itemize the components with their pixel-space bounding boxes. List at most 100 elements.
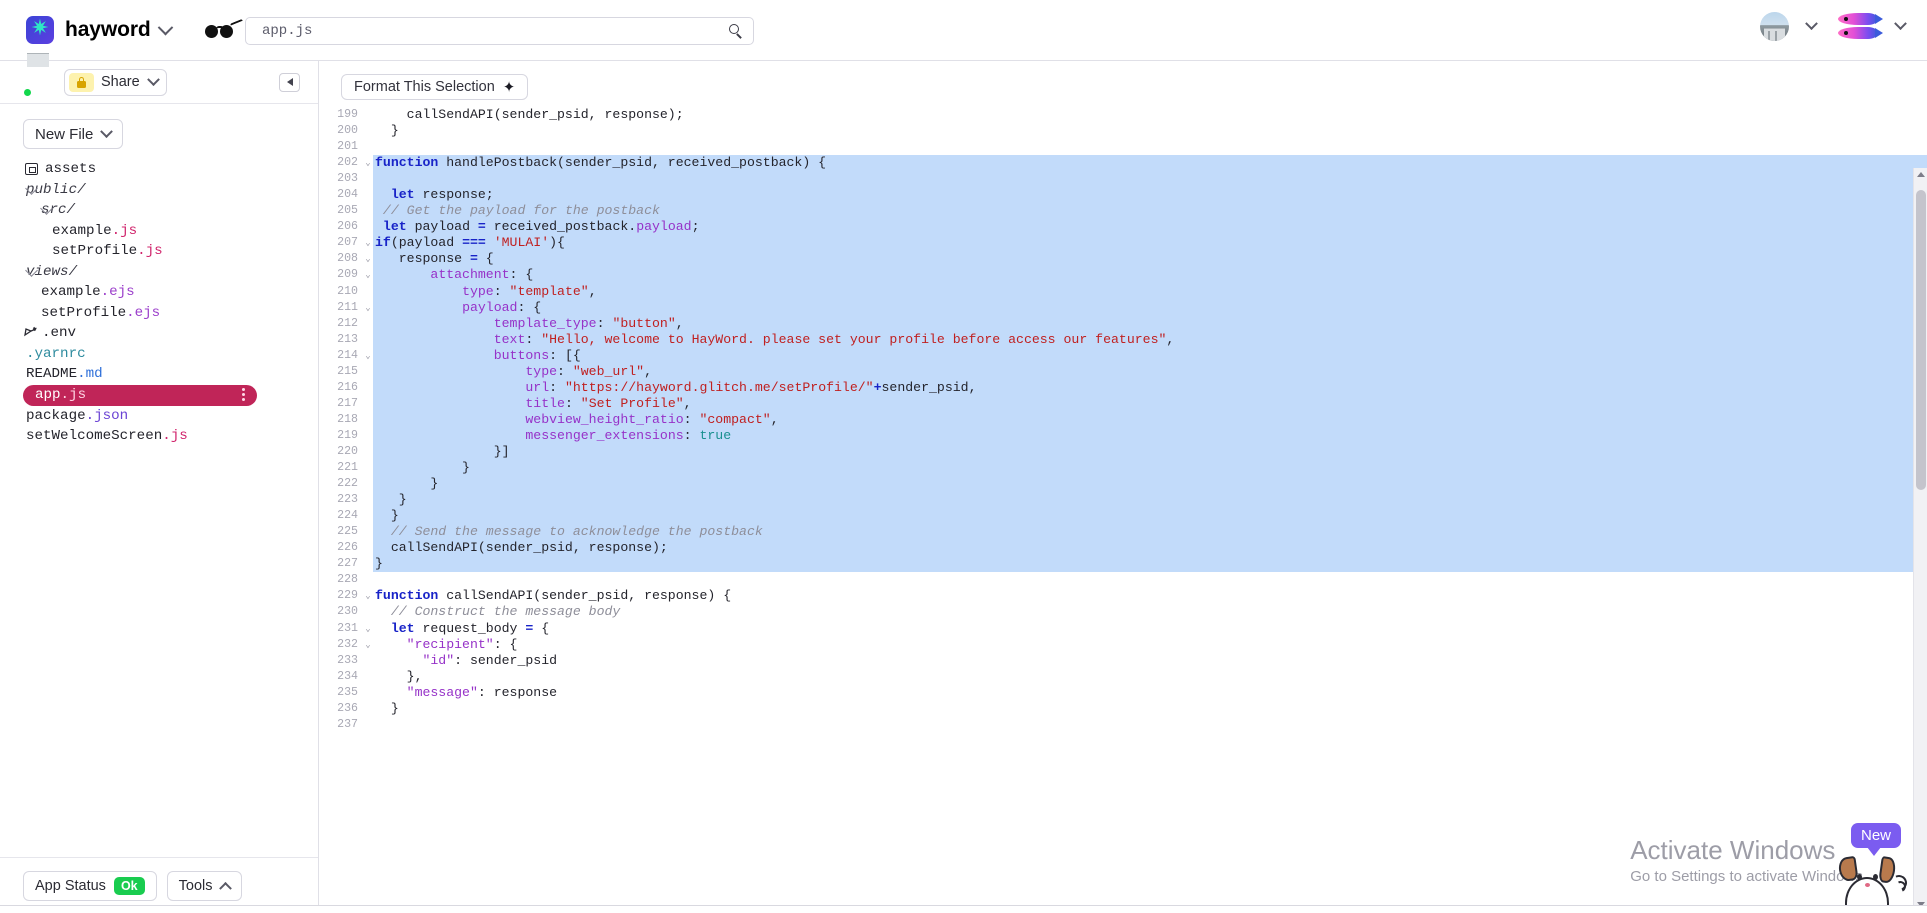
file-options-kebab-icon[interactable] <box>242 387 245 403</box>
code-line[interactable]: 219 messenger_extensions: true <box>319 427 1927 444</box>
team-avatar-menu[interactable] <box>1838 12 1907 41</box>
code-line[interactable]: 235 "message": response <box>319 685 1927 701</box>
code-line[interactable]: 218 webview_height_ratio: "compact", <box>319 411 1927 428</box>
code-line[interactable]: 222 } <box>319 476 1927 493</box>
project-menu[interactable]: ✷ hayword <box>26 16 173 44</box>
code-line[interactable]: 224 } <box>319 508 1927 525</box>
code-line[interactable]: 225 // Send the message to acknowledge t… <box>319 524 1927 541</box>
line-number: 234 <box>337 669 358 683</box>
search-box[interactable] <box>245 17 754 45</box>
code-line[interactable]: 206 let payload = received_postback.payl… <box>319 219 1927 236</box>
line-number: 203 <box>337 172 358 186</box>
file-tree-item[interactable]: README .md <box>0 364 318 385</box>
code-line[interactable]: 226 callSendAPI(sender_psid, response); <box>319 540 1927 557</box>
file-tree-item[interactable]: package .json <box>0 406 318 427</box>
top-right-controls <box>1760 12 1907 41</box>
file-tree-item[interactable]: setWelcomeScreen .js <box>0 426 318 447</box>
file-tree-item[interactable]: public/ <box>0 180 318 201</box>
code-line[interactable]: 212 template_type: "button", <box>319 315 1927 332</box>
code-line[interactable]: 210 type: "template", <box>319 283 1927 300</box>
code-line[interactable]: 208 ⌄ response = { <box>319 251 1927 268</box>
new-badge[interactable]: New <box>1850 823 1901 856</box>
code-fold-toggle-icon[interactable]: ⌄ <box>363 251 373 267</box>
tools-label: Tools <box>178 877 213 894</box>
file-tree-item[interactable]: src/ <box>0 200 318 221</box>
code-fold-toggle-icon[interactable]: ⌄ <box>363 267 373 283</box>
file-tree-item[interactable]: assets <box>0 159 318 180</box>
code-fold-toggle-icon[interactable]: ⌄ <box>363 348 373 364</box>
code-line[interactable]: 220 }] <box>319 443 1927 461</box>
code-line[interactable]: 215 type: "web_url", <box>319 363 1927 380</box>
code-line[interactable]: 202 ⌄ function handlePostback(sender_psid,… <box>319 155 1927 172</box>
code-line[interactable]: 229 ⌄ function callSendAPI(sender_psid, re… <box>319 588 1927 604</box>
code-line-text: }, <box>375 668 423 684</box>
app-status-button[interactable]: App Status Ok <box>23 870 157 901</box>
code-line[interactable]: 236 } <box>319 701 1927 717</box>
code-line[interactable]: 211 ⌄ payload: { <box>319 299 1927 316</box>
code-line[interactable]: 230 // Construct the message body <box>319 604 1927 620</box>
top-bar: ✷ hayword Show <box>0 0 1927 61</box>
code-line[interactable]: 199 callSendAPI(sender_psid, response); <box>319 107 1927 123</box>
code-line[interactable]: 234 }, <box>319 669 1927 685</box>
file-tree-item[interactable]: example .ejs <box>0 282 318 303</box>
code-fold-toggle-icon[interactable]: ⌄ <box>363 621 373 637</box>
file-tree-item[interactable]: .env <box>0 323 318 344</box>
code-line-text: if(payload === 'MULAI'){ <box>373 235 1927 252</box>
code-line[interactable]: 223 } <box>319 492 1927 509</box>
chevron-down-icon <box>1894 17 1907 31</box>
code-line-text: } <box>375 123 399 139</box>
code-line[interactable]: 209 ⌄ attachment: { <box>319 267 1927 284</box>
file-tree-item[interactable]: setProfile .ejs <box>0 303 318 324</box>
code-line[interactable]: 203 <box>319 171 1927 188</box>
scroll-up-arrow-icon[interactable] <box>1917 172 1925 177</box>
code-line[interactable]: 228 <box>319 572 1927 588</box>
code-line[interactable]: 200 } <box>319 123 1927 139</box>
scrollbar-thumb[interactable] <box>1916 190 1926 490</box>
code-line-text: messenger_extensions: true <box>373 427 1927 444</box>
share-button[interactable]: Share <box>64 68 167 96</box>
code-line-text <box>373 171 1927 188</box>
code-fold-toggle-icon[interactable]: ⌄ <box>363 300 373 316</box>
code-line[interactable]: 233 "id": sender_psid <box>319 653 1927 669</box>
code-line[interactable]: 217 title: "Set Profile", <box>319 395 1927 412</box>
file-tree-item[interactable]: .yarnrc <box>0 344 318 365</box>
code-line-text: } <box>373 492 1927 509</box>
code-line[interactable]: 204 let response; <box>319 187 1927 204</box>
file-tree-item-selected[interactable]: app .js <box>23 384 257 406</box>
code-line[interactable]: 214 ⌄ buttons: [{ <box>319 347 1927 364</box>
collapse-sidebar-button[interactable] <box>279 72 300 92</box>
code-fold-toggle-icon[interactable]: ⌄ <box>363 588 373 604</box>
code-fold-toggle-icon[interactable]: ⌄ <box>363 235 373 251</box>
new-file-button[interactable]: New File <box>23 119 124 149</box>
search-input[interactable] <box>260 22 729 40</box>
dog-eye-icon <box>1873 874 1878 880</box>
code-line[interactable]: 231 ⌄ let request_body = { <box>319 621 1927 637</box>
file-tree-item[interactable]: example .js <box>0 221 318 242</box>
code-line[interactable]: 232 ⌄ "recipient": { <box>319 637 1927 653</box>
code-fold-toggle-icon[interactable]: ⌄ <box>363 155 373 171</box>
code-fold-toggle-icon[interactable]: ⌄ <box>363 637 373 653</box>
file-tree-item[interactable]: views/ <box>0 262 318 283</box>
glitch-dog-mascot[interactable]: New <box>1833 823 1910 913</box>
search-icon[interactable] <box>729 24 743 39</box>
file-tree-item[interactable]: setProfile .js <box>0 241 318 262</box>
file-extension: .md <box>77 366 103 383</box>
code-line[interactable]: 221 } <box>319 460 1927 477</box>
code-line[interactable]: 201 <box>319 139 1927 155</box>
user-avatar-menu[interactable] <box>1760 12 1818 41</box>
tools-button[interactable]: Tools <box>166 870 243 901</box>
code-editor[interactable]: 199 callSendAPI(sender_psid, response); 2… <box>319 107 1927 913</box>
line-number: 231 <box>337 621 358 635</box>
sparkle-icon: ✦ <box>502 78 516 96</box>
code-line[interactable]: 216 url: "https://hayword.glitch.me/setP… <box>319 379 1927 396</box>
code-line[interactable]: 205 // Get the payload for the postback <box>319 203 1927 220</box>
code-line[interactable]: 207 ⌄ if(payload === 'MULAI'){ <box>319 235 1927 252</box>
code-line[interactable]: 213 text: "Hello, welcome to HayWord. pl… <box>319 331 1927 348</box>
code-line[interactable]: 237 <box>319 717 1927 733</box>
code-line-text: buttons: [{ <box>373 347 1927 364</box>
code-line[interactable]: 227} <box>319 556 1927 573</box>
format-this-selection-button[interactable]: Format This Selection ✦ <box>341 74 529 100</box>
line-number: 225 <box>337 525 358 539</box>
editor-scrollbar[interactable] <box>1913 168 1927 913</box>
